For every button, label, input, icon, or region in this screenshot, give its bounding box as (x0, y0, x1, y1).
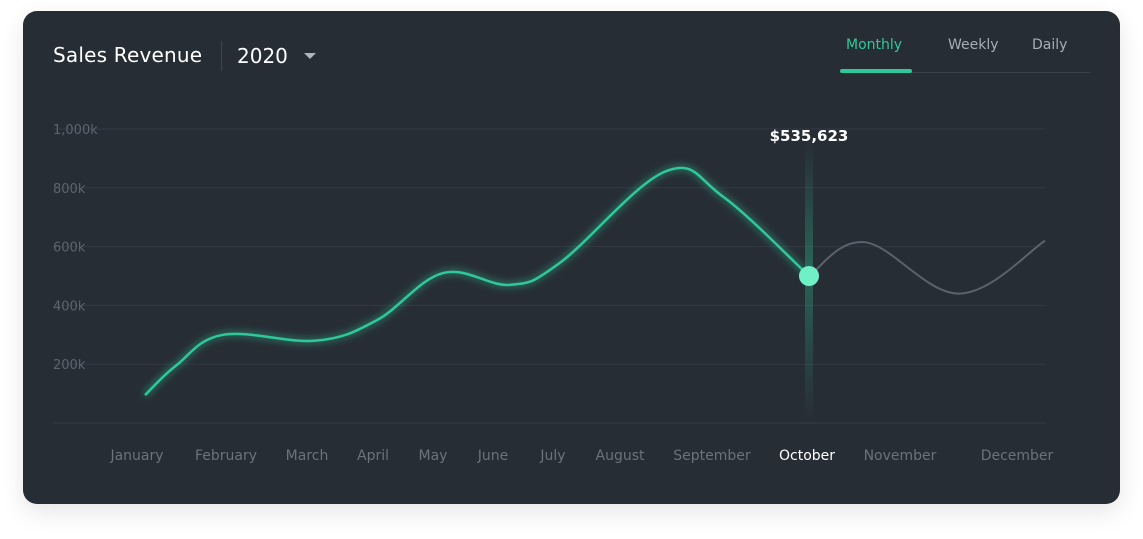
x-tick-label: April (357, 448, 389, 464)
x-tick-label: January (109, 448, 163, 464)
x-tick-label: October (779, 448, 835, 464)
y-tick-label: 600k (53, 241, 86, 256)
x-tick-label: July (539, 448, 565, 464)
highlight-value-label: $535,623 (770, 127, 849, 145)
x-tick-label: August (596, 448, 646, 464)
series-line-future (808, 239, 1046, 295)
revenue-chart: 200k 400k 600k 800k 1,000k January February Mar… (53, 123, 1054, 464)
y-tick-label: 800k (53, 182, 86, 197)
series-line (144, 166, 810, 396)
x-tick-label: June (477, 448, 509, 464)
x-tick-label: November (864, 448, 937, 464)
x-tick-label: May (419, 448, 448, 464)
x-tick-label: September (673, 448, 751, 464)
y-tick-label: 400k (53, 299, 86, 314)
highlight-point (799, 266, 819, 286)
sales-revenue-card: Sales Revenue 2020 Monthly Weekly Daily … (23, 11, 1120, 504)
x-tick-label: February (195, 448, 257, 464)
y-tick-label: 1,000k (53, 123, 98, 138)
y-tick-label: 200k (53, 358, 86, 373)
x-tick-label: March (286, 448, 329, 464)
x-tick-label: December (981, 448, 1054, 464)
